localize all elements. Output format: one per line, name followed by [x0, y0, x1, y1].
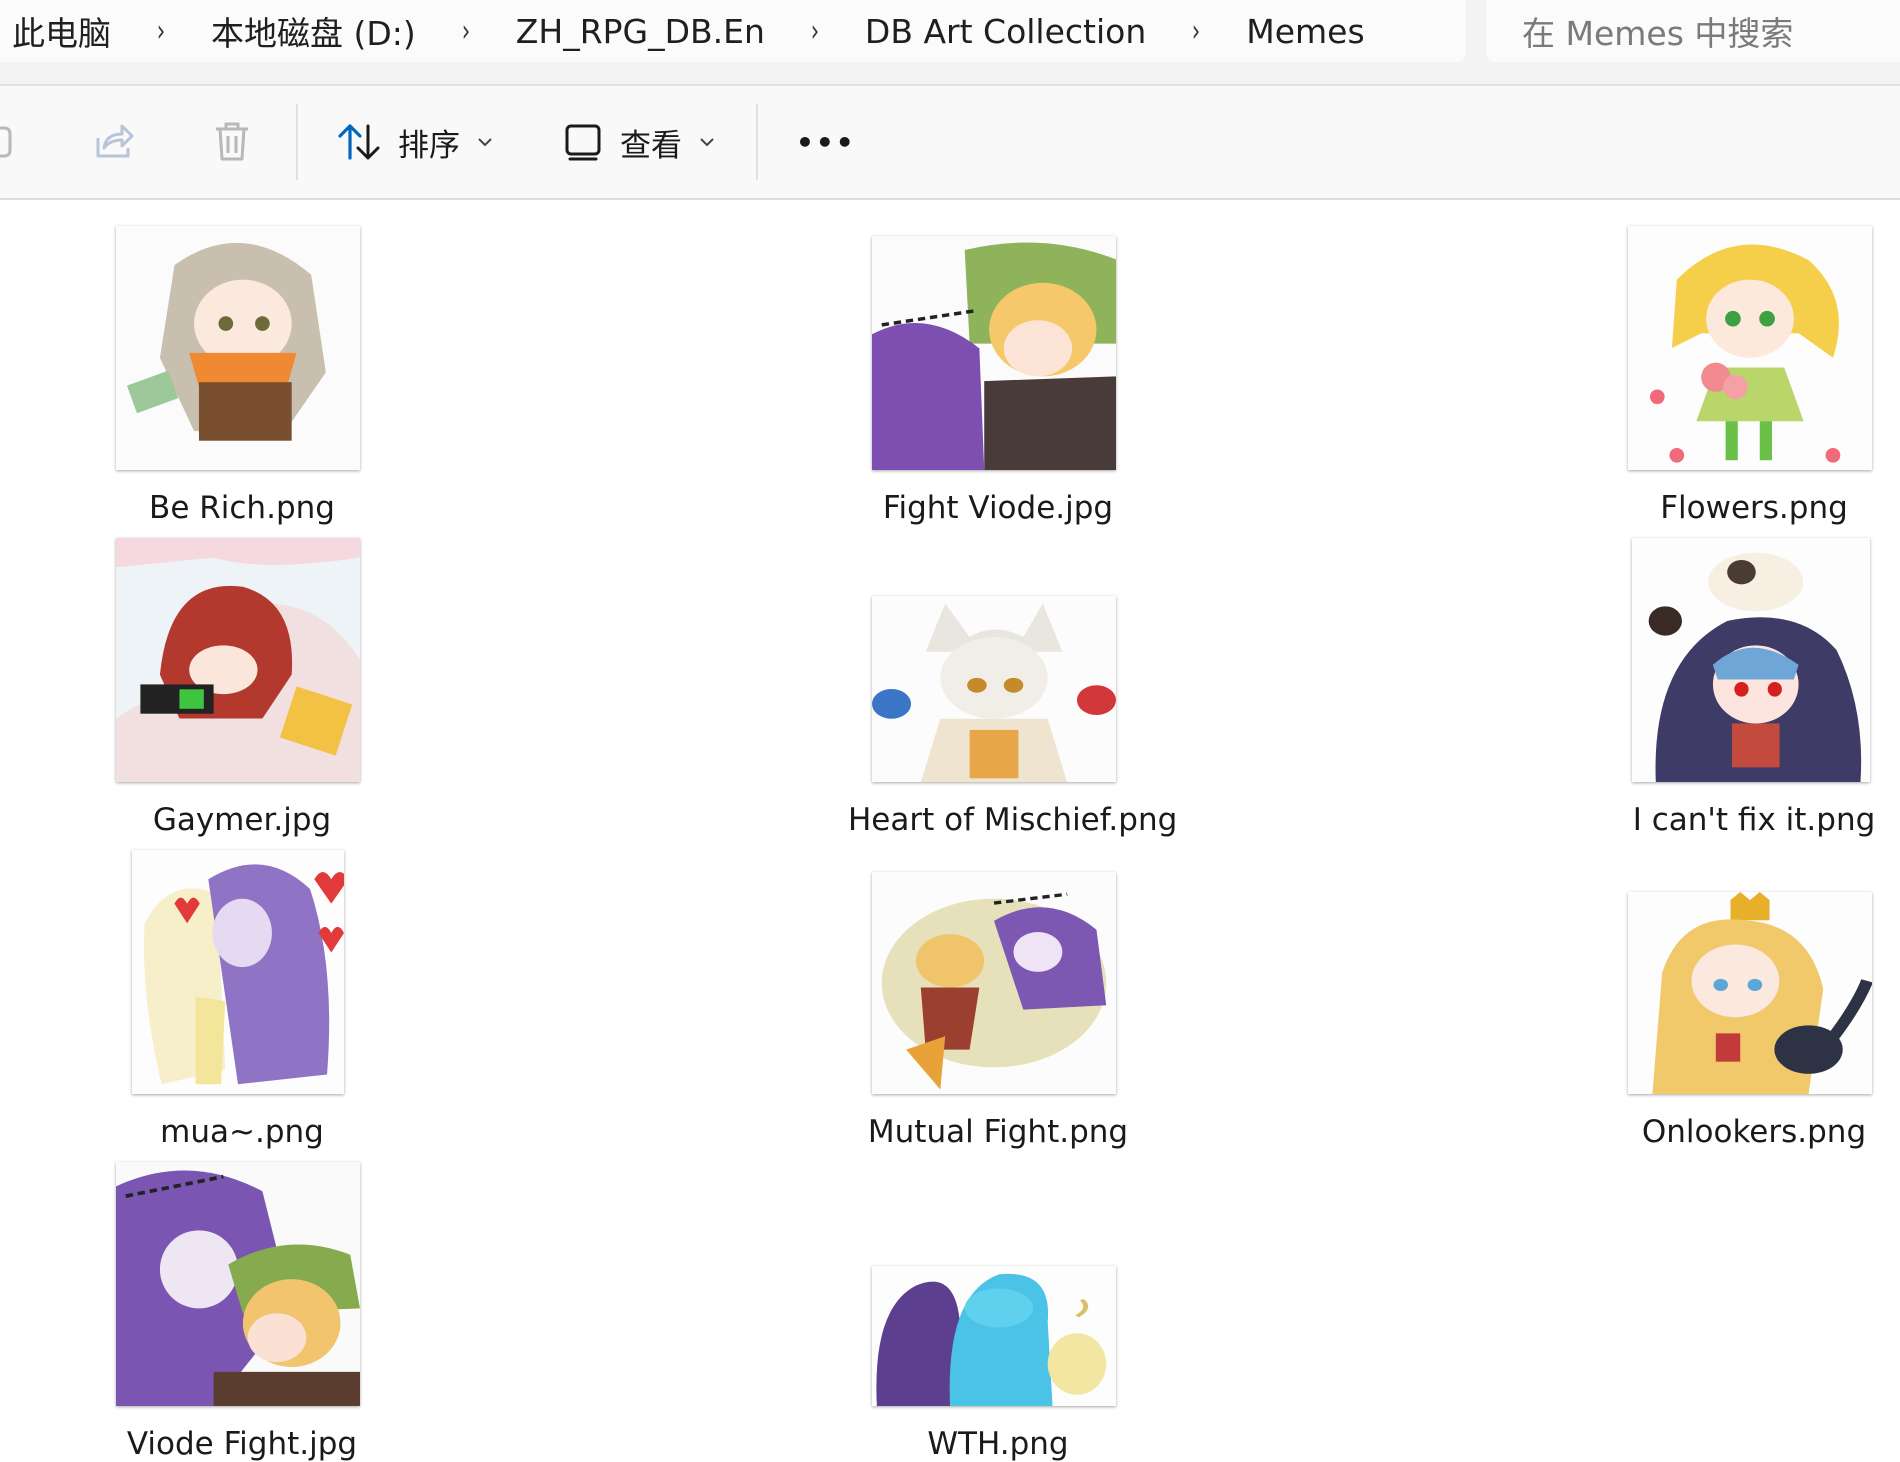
file-name: Mutual Fight.png — [867, 1114, 1129, 1150]
file-item[interactable]: I can't fix it.png — [1604, 532, 1900, 838]
breadcrumb-this-pc[interactable]: 此电脑 — [12, 7, 111, 55]
sort-button[interactable]: 排序 — [338, 86, 492, 198]
delete-button[interactable] — [212, 86, 252, 198]
chevron-right-icon[interactable]: › — [1192, 14, 1200, 49]
file-item[interactable]: Fight Viode.jpg — [848, 220, 1148, 526]
share-button[interactable] — [92, 86, 134, 198]
chevron-right-icon[interactable]: › — [811, 14, 819, 49]
thumbnail-image — [1628, 892, 1872, 1094]
file-name: Be Rich.png — [149, 490, 335, 526]
chevron-right-icon[interactable]: › — [157, 14, 165, 49]
more-options-button[interactable]: ••• — [796, 86, 856, 198]
view-button[interactable]: 查看 — [564, 86, 714, 198]
thumbnail-image — [872, 872, 1116, 1094]
thumbnail-image — [872, 596, 1116, 782]
file-item[interactable]: mua~.png — [92, 844, 392, 1150]
command-bar: 排序 查看 ••• — [0, 86, 1900, 200]
file-item[interactable]: Onlookers.png — [1604, 844, 1900, 1150]
view-label: 查看 — [620, 127, 682, 164]
thumbnail-image — [116, 538, 360, 782]
file-item[interactable]: Be Rich.png — [92, 220, 392, 526]
file-name: WTH.png — [927, 1426, 1069, 1462]
sort-icon — [338, 124, 380, 160]
file-item[interactable]: Gaymer.jpg — [92, 532, 392, 838]
breadcrumb[interactable]: 此电脑 › 本地磁盘 (D:) › ZH_RPG_DB.En › DB Art … — [0, 0, 1466, 62]
file-name: mua~.png — [160, 1114, 324, 1150]
search-placeholder: 在 Memes 中搜索 — [1522, 14, 1794, 53]
file-name: I can't fix it.png — [1632, 802, 1876, 838]
thumbnail-image — [116, 226, 360, 470]
breadcrumb-zh-rpg-db[interactable]: ZH_RPG_DB.En — [516, 12, 765, 51]
chevron-down-icon — [700, 138, 714, 147]
thumbnail-image — [116, 1162, 360, 1406]
thumbnail-image — [872, 1266, 1116, 1406]
chevron-right-icon[interactable]: › — [462, 14, 470, 49]
chevron-down-icon — [478, 138, 492, 147]
thumbnail-image — [872, 236, 1116, 470]
file-item[interactable]: Heart of Mischief.png — [848, 532, 1177, 838]
toolbar-separator — [756, 104, 758, 180]
file-grid: Be Rich.png Fight Viode.jpg Flowers.png … — [0, 200, 1900, 1462]
file-name: Onlookers.png — [1641, 1114, 1867, 1150]
file-name: Viode Fight.jpg — [126, 1426, 358, 1462]
thumbnail-image — [1628, 226, 1872, 470]
breadcrumb-local-disk[interactable]: 本地磁盘 (D:) — [211, 7, 416, 55]
file-name: Flowers.png — [1660, 490, 1848, 526]
breadcrumb-db-art-collection[interactable]: DB Art Collection — [865, 12, 1146, 51]
file-item[interactable]: Flowers.png — [1604, 220, 1900, 526]
copy-button[interactable] — [0, 86, 14, 198]
view-icon — [565, 124, 601, 161]
file-name: Fight Viode.jpg — [882, 490, 1114, 526]
file-name: Heart of Mischief.png — [848, 802, 1178, 838]
copy-icon — [0, 126, 12, 158]
file-name: Gaymer.jpg — [152, 802, 332, 838]
search-input[interactable]: 在 Memes 中搜索 — [1486, 0, 1900, 62]
share-icon — [96, 124, 134, 158]
more-icon: ••• — [796, 125, 856, 159]
breadcrumb-memes[interactable]: Memes — [1246, 12, 1364, 51]
thumbnail-image — [132, 850, 344, 1094]
address-bar: 此电脑 › 本地磁盘 (D:) › ZH_RPG_DB.En › DB Art … — [0, 0, 1900, 86]
trash-icon — [216, 122, 248, 161]
file-item[interactable]: Viode Fight.jpg — [92, 1156, 392, 1462]
sort-label: 排序 — [398, 127, 460, 164]
file-item[interactable]: Mutual Fight.png — [848, 844, 1148, 1150]
thumbnail-image — [1632, 538, 1870, 782]
toolbar-separator — [296, 104, 298, 180]
file-item[interactable]: WTH.png — [848, 1156, 1148, 1462]
